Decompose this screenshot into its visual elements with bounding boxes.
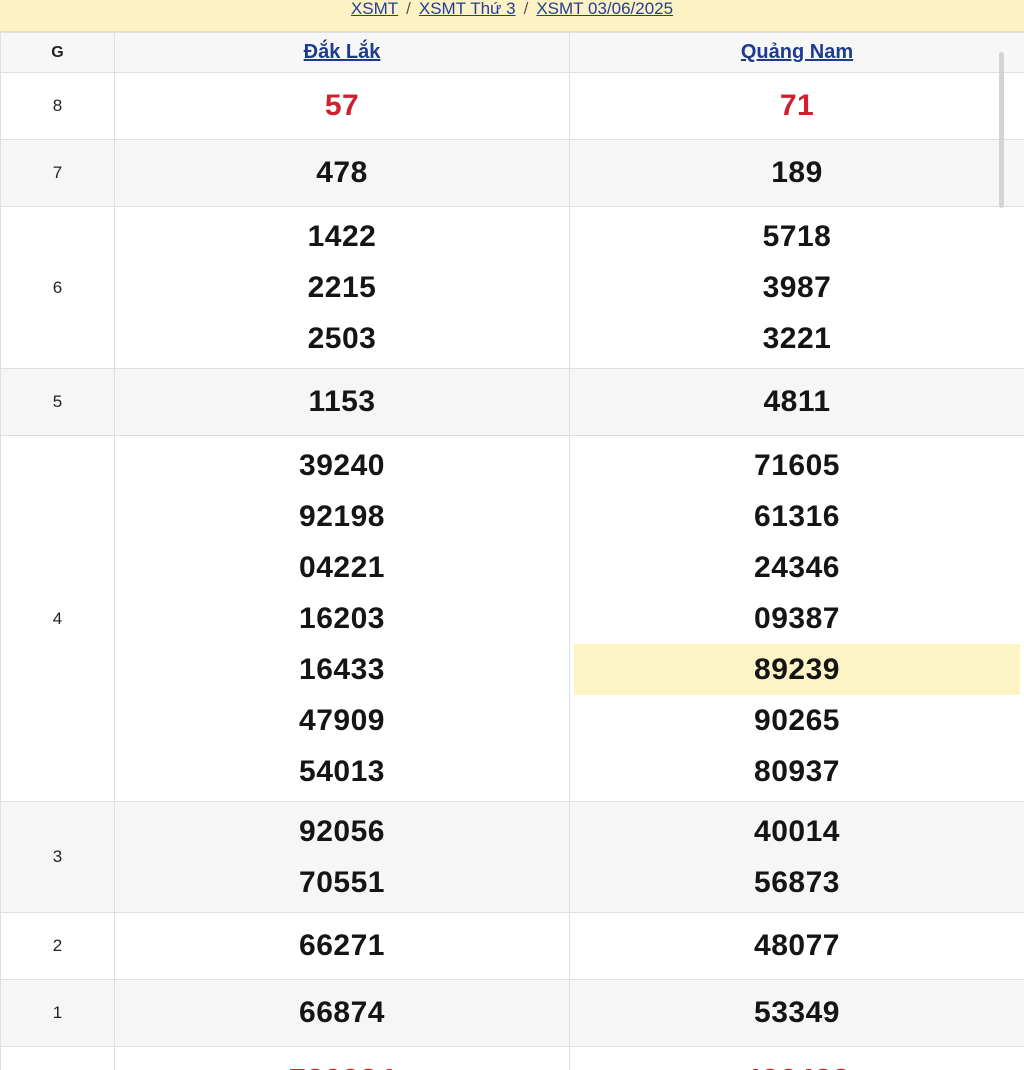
table-row: 6 1422 2215 2503 5718 3987 3221	[0, 206, 1024, 369]
prize-label: 7	[0, 139, 115, 207]
result-number: 04221	[299, 551, 385, 584]
result-number: 71605	[754, 449, 840, 482]
prize-label: 2	[0, 912, 115, 980]
prize-label: 1	[0, 979, 115, 1047]
result-number: 66874	[299, 996, 385, 1029]
province-header-dak-lak: Đắk Lắk	[114, 32, 570, 73]
table-row: ĐB720924436433	[0, 1046, 1024, 1070]
result-number: 720924	[115, 1051, 569, 1070]
breadcrumb: XSMT / XSMT Thứ 3 / XSMT 03/06/2025	[0, 0, 1024, 32]
result-number: 80937	[754, 755, 840, 788]
result-number: 66271	[299, 929, 385, 962]
result-cell-dak-lak: 1422 2215 2503	[114, 206, 570, 369]
result-cell-dak-lak: 478	[114, 139, 570, 207]
result-number: 57	[324, 89, 360, 122]
result-number: 3221	[762, 322, 832, 355]
scrollbar[interactable]	[999, 52, 1004, 208]
prize-label: 6	[0, 206, 115, 369]
result-number: 189	[771, 156, 823, 189]
result-cell-quang-nam: 53349	[569, 979, 1024, 1047]
result-cell-dak-lak: 66271	[114, 912, 570, 980]
result-number: 1153	[308, 385, 376, 418]
table-row: 7 478 189	[0, 139, 1024, 207]
result-number: 436433	[570, 1051, 1024, 1070]
result-cell-quang-nam: 4811	[569, 368, 1024, 436]
province-link-quang-nam[interactable]: Quảng Nam	[741, 41, 853, 63]
prize-label: ĐB	[0, 1046, 115, 1070]
prize-label: 8	[0, 72, 115, 140]
result-number: 3987	[762, 271, 832, 304]
result-cell-dak-lak: 720924	[114, 1046, 570, 1070]
result-cell-dak-lak: 39240 92198 04221 16203 16433 47909 54013	[114, 435, 570, 802]
result-number: 40014	[754, 815, 840, 848]
result-number: 39240	[299, 449, 385, 482]
prize-column-header: G	[0, 32, 115, 73]
result-number: 2503	[307, 322, 377, 355]
result-number: 2215	[307, 271, 377, 304]
result-cell-dak-lak: 57	[114, 72, 570, 140]
result-number: 89239	[574, 644, 1020, 695]
result-number: 54013	[299, 755, 385, 788]
province-header-quang-nam: Quảng Nam	[569, 32, 1024, 73]
result-number: 16433	[299, 653, 385, 686]
results-table: G Đắk Lắk Quảng Nam 8 57 71 7 478 189 6 1422 221…	[0, 32, 1024, 1070]
prize-label: 5	[0, 368, 115, 436]
result-cell-quang-nam: 71605 61316 24346 09387 89239 90265 80937	[569, 435, 1024, 802]
breadcrumb-separator: /	[406, 0, 411, 18]
table-header-row: G Đắk Lắk Quảng Nam	[0, 32, 1024, 73]
result-number: 92198	[299, 500, 385, 533]
result-cell-quang-nam: 71	[569, 72, 1024, 140]
prize-label: 3	[0, 801, 115, 913]
result-number: 16203	[299, 602, 385, 635]
table-row: 2 66271 48077	[0, 912, 1024, 980]
result-number: 71	[779, 89, 815, 122]
breadcrumb-xsmt-thu-3[interactable]: XSMT Thứ 3	[419, 0, 516, 18]
breadcrumb-xsmt-date[interactable]: XSMT 03/06/2025	[536, 0, 673, 18]
result-cell-quang-nam: 48077	[569, 912, 1024, 980]
result-number: 24346	[754, 551, 840, 584]
result-cell-dak-lak: 92056 70551	[114, 801, 570, 913]
province-link-dak-lak[interactable]: Đắk Lắk	[304, 41, 381, 63]
breadcrumb-separator: /	[523, 0, 529, 18]
table-row: 3 92056 70551 40014 56873	[0, 801, 1024, 913]
result-cell-dak-lak: 66874	[114, 979, 570, 1047]
result-number: 4811	[763, 385, 831, 418]
result-number: 70551	[299, 866, 385, 899]
prize-label: 4	[0, 435, 115, 802]
result-number: 53349	[754, 996, 840, 1029]
result-cell-quang-nam: 189	[569, 139, 1024, 207]
result-number: 48077	[754, 929, 840, 962]
result-number: 92056	[299, 815, 385, 848]
table-row: 4 39240 92198 04221 16203 16433 47909 54013 7160…	[0, 435, 1024, 802]
result-number: 56873	[754, 866, 840, 899]
result-number: 47909	[299, 704, 385, 737]
result-cell-dak-lak: 1153	[114, 368, 570, 436]
result-number: 61316	[754, 500, 840, 533]
result-number: 90265	[754, 704, 840, 737]
table-row: 5 1153 4811	[0, 368, 1024, 436]
result-number: 09387	[754, 602, 840, 635]
result-number: 478	[316, 156, 368, 189]
result-cell-quang-nam: 40014 56873	[569, 801, 1024, 913]
breadcrumb-xsmt[interactable]: XSMT	[351, 0, 398, 18]
result-cell-quang-nam: 436433	[569, 1046, 1024, 1070]
table-row: 1 66874 53349	[0, 979, 1024, 1047]
result-cell-quang-nam: 5718 3987 3221	[569, 206, 1024, 369]
result-number: 5718	[762, 220, 832, 253]
table-row: 8 57 71	[0, 72, 1024, 140]
result-number: 1422	[307, 220, 377, 253]
